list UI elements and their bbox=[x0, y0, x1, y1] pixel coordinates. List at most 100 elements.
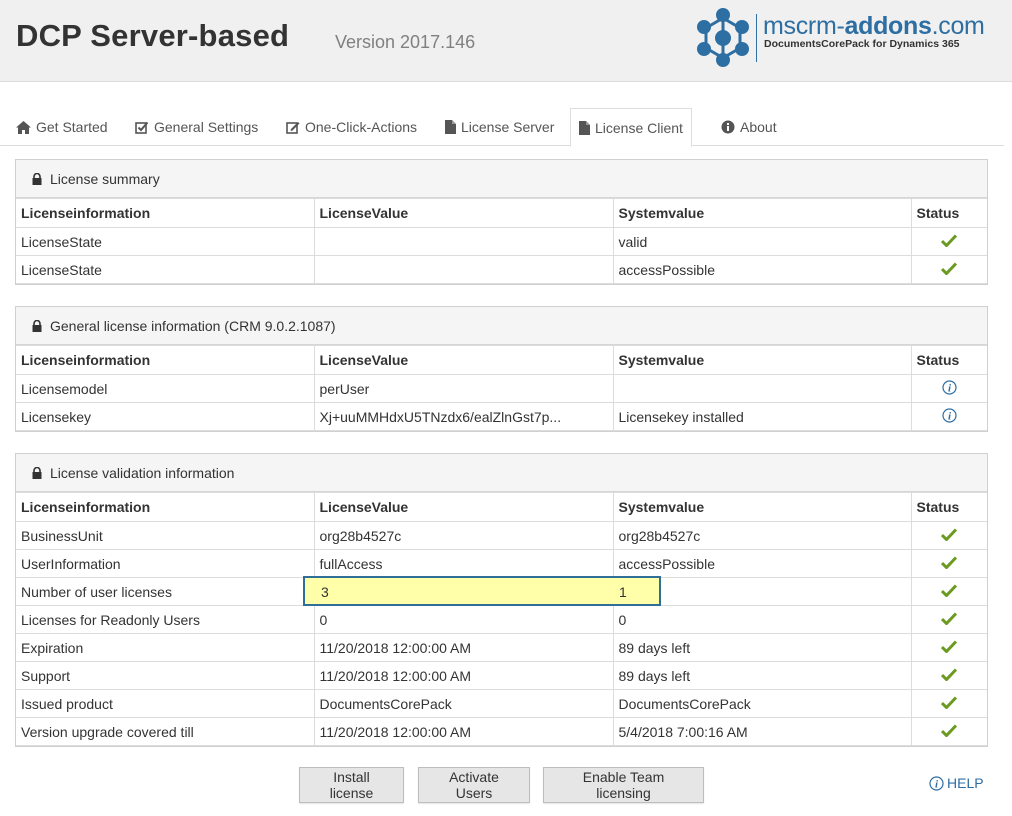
row-licenseinformation: Support bbox=[16, 661, 315, 690]
help-link[interactable]: i HELP bbox=[929, 775, 984, 791]
row-licenseinformation: Licensemodel bbox=[16, 374, 315, 403]
lock-icon bbox=[32, 319, 42, 332]
table-header-row: Licenseinformation LicenseValue Systemva… bbox=[16, 492, 987, 522]
panel-header: License summary bbox=[16, 160, 987, 198]
row-licenseinformation: Version upgrade covered till bbox=[16, 717, 315, 746]
table-row: LicenseState valid bbox=[16, 227, 987, 256]
column-header: LicenseValue bbox=[313, 345, 614, 375]
row-license-value bbox=[313, 255, 614, 284]
table-row: Licensekey Xj+uuMMHdxU5TNzdx6/ealZlnGst7p… bbox=[16, 402, 987, 431]
tab-get-started[interactable]: Get Started bbox=[8, 108, 116, 146]
column-header: Licenseinformation bbox=[16, 345, 315, 375]
row-licenseinformation: Licenses for Readonly Users bbox=[16, 605, 315, 634]
table-header-row: Licenseinformation LicenseValue Systemva… bbox=[16, 345, 987, 375]
tab-license-server[interactable]: License Server bbox=[437, 108, 562, 146]
column-header: Systemvalue bbox=[612, 345, 912, 375]
svg-text:i: i bbox=[948, 410, 952, 422]
enable-team-licensing-button[interactable]: Enable Team licensing bbox=[543, 767, 704, 803]
license-summary-panel: License summary Licenseinformation Licen… bbox=[15, 159, 988, 285]
row-license-value: org28b4527c bbox=[313, 521, 614, 550]
row-system-value: 0 bbox=[612, 605, 912, 634]
app-title: DCP Server-based bbox=[16, 18, 290, 53]
table-body: Licensemodel perUser i Licensekey Xj+uuMMHdx… bbox=[16, 374, 987, 431]
row-system-value: DocumentsCorePack bbox=[612, 689, 912, 718]
status-cell bbox=[910, 227, 987, 256]
table-row: Licenses for Readonly Users 0 0 bbox=[16, 605, 987, 634]
logo-bold: addons bbox=[844, 12, 932, 40]
logo-prefix: mscrm- bbox=[763, 12, 845, 40]
app-header: DCP Server-based Version 2017.146 mscrm-… bbox=[0, 0, 1012, 82]
row-license-value bbox=[313, 577, 614, 606]
status-cell bbox=[910, 689, 987, 718]
status-cell bbox=[910, 633, 987, 662]
row-system-value bbox=[612, 577, 912, 606]
table-row: UserInformation fullAccess accessPossible bbox=[16, 549, 987, 578]
row-system-value: accessPossible bbox=[612, 255, 912, 284]
row-system-value: 89 days left bbox=[612, 661, 912, 690]
logo-suffix: .com bbox=[931, 12, 985, 40]
status-cell bbox=[910, 577, 987, 606]
table-row: Number of user licenses bbox=[16, 577, 987, 606]
status-cell bbox=[910, 717, 987, 746]
general-license-panel: General license information (CRM 9.0.2.1… bbox=[15, 306, 988, 432]
row-licenseinformation: Licensekey bbox=[16, 402, 315, 431]
column-header: Status bbox=[910, 345, 987, 375]
help-label: HELP bbox=[947, 775, 984, 791]
row-licenseinformation: Number of user licenses bbox=[16, 577, 315, 606]
status-cell[interactable]: i bbox=[910, 374, 987, 403]
svg-text:i: i bbox=[935, 778, 939, 790]
status-cell bbox=[910, 605, 987, 634]
logo-molecule-icon bbox=[697, 8, 749, 67]
lock-icon bbox=[32, 172, 42, 185]
table-header-row: Licenseinformation LicenseValue Systemva… bbox=[16, 198, 987, 228]
activate-users-button[interactable]: Activate Users bbox=[418, 767, 530, 803]
edit-icon bbox=[286, 121, 300, 134]
logo-wordmark: mscrm-addons.com bbox=[763, 12, 985, 41]
tab-general-settings[interactable]: General Settings bbox=[127, 108, 266, 146]
check-icon bbox=[941, 667, 958, 682]
tab-about[interactable]: About bbox=[713, 108, 785, 146]
row-license-value: 0 bbox=[313, 605, 614, 634]
panel-title: License validation information bbox=[50, 464, 235, 481]
version-label: Version 2017.146 bbox=[335, 32, 476, 52]
column-header: Status bbox=[910, 492, 987, 522]
install-license-button[interactable]: Install license bbox=[299, 767, 404, 803]
row-system-value bbox=[612, 374, 912, 403]
column-header: Licenseinformation bbox=[16, 492, 315, 522]
table-body: BusinessUnit org28b4527c org28b4527c UserIn… bbox=[16, 521, 987, 746]
tab-one-click-actions[interactable]: One-Click-Actions bbox=[278, 108, 425, 146]
row-license-value: 11/20/2018 12:00:00 AM bbox=[313, 661, 614, 690]
status-cell bbox=[910, 255, 987, 284]
home-icon bbox=[16, 120, 31, 134]
tab-label: One-Click-Actions bbox=[305, 119, 418, 135]
check-icon bbox=[941, 555, 958, 570]
row-licenseinformation: LicenseState bbox=[16, 227, 315, 256]
tab-label: General Settings bbox=[154, 119, 259, 135]
row-system-value: valid bbox=[612, 227, 912, 256]
row-license-value: Xj+uuMMHdxU5TNzdx6/ealZlnGst7p... bbox=[313, 402, 614, 431]
row-system-value: org28b4527c bbox=[612, 521, 912, 550]
company-logo[interactable]: mscrm-addons.com DocumentsCorePack for D… bbox=[690, 4, 990, 70]
check-icon bbox=[941, 695, 958, 710]
row-system-value: 5/4/2018 7:00:16 AM bbox=[612, 717, 912, 746]
tab-license-client[interactable]: License Client bbox=[570, 108, 692, 147]
svg-text:i: i bbox=[948, 382, 952, 394]
tab-label: About bbox=[740, 119, 777, 135]
row-license-value: DocumentsCorePack bbox=[313, 689, 614, 718]
row-system-value: 89 days left bbox=[612, 633, 912, 662]
panel-header: General license information (CRM 9.0.2.1… bbox=[16, 307, 987, 345]
row-license-value: perUser bbox=[313, 374, 614, 403]
panel-title: License summary bbox=[50, 170, 160, 187]
tab-bar: Get Started General Settings One-Click-A… bbox=[0, 108, 1004, 147]
info-circle-icon bbox=[721, 120, 735, 134]
status-cell[interactable]: i bbox=[910, 402, 987, 431]
tab-label: Get Started bbox=[36, 119, 108, 135]
lock-icon bbox=[32, 466, 42, 479]
row-license-value bbox=[313, 227, 614, 256]
column-header: Systemvalue bbox=[612, 198, 912, 228]
status-cell bbox=[910, 549, 987, 578]
info-italic-icon: i bbox=[929, 775, 944, 791]
check-icon bbox=[941, 611, 958, 626]
status-cell bbox=[910, 521, 987, 550]
license-validation-panel: License validation information Licensein… bbox=[15, 453, 988, 747]
